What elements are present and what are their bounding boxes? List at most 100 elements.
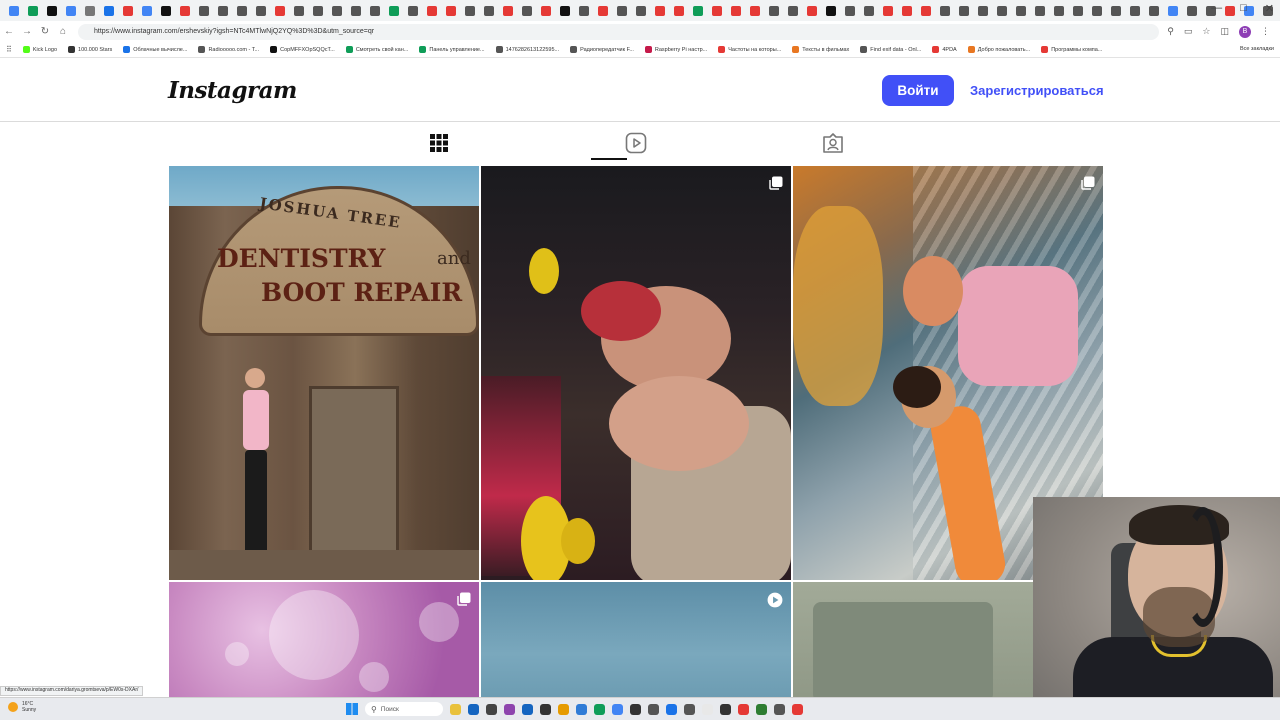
taskbar-app-icon[interactable] bbox=[558, 703, 569, 715]
taskbar-app-icon[interactable] bbox=[486, 703, 497, 715]
browser-tab[interactable] bbox=[42, 1, 61, 21]
browser-tab[interactable] bbox=[764, 1, 783, 21]
taskbar-app-icon[interactable] bbox=[630, 703, 641, 715]
tab-reels[interactable] bbox=[623, 130, 649, 156]
back-icon[interactable]: ← bbox=[0, 26, 18, 37]
home-icon[interactable]: ⌂ bbox=[54, 26, 72, 37]
browser-tab[interactable] bbox=[4, 1, 23, 21]
taskbar-app-icon[interactable] bbox=[594, 703, 605, 715]
browser-tab[interactable] bbox=[1087, 1, 1106, 21]
bookmark-item[interactable]: 4PDA bbox=[932, 46, 957, 53]
browser-tab[interactable] bbox=[1163, 1, 1182, 21]
browser-tab[interactable] bbox=[555, 1, 574, 21]
browser-tab[interactable] bbox=[593, 1, 612, 21]
browser-tab[interactable] bbox=[612, 1, 631, 21]
browser-tab[interactable] bbox=[916, 1, 935, 21]
bookmark-item[interactable]: Программы компа... bbox=[1041, 46, 1102, 53]
browser-tab[interactable] bbox=[1030, 1, 1049, 21]
browser-tab[interactable] bbox=[99, 1, 118, 21]
browser-tab[interactable] bbox=[327, 1, 346, 21]
bookmark-item[interactable]: Смотреть свой кан... bbox=[345, 46, 408, 53]
maximize-icon[interactable]: □ bbox=[1240, 2, 1247, 15]
browser-tab[interactable] bbox=[460, 1, 479, 21]
taskbar-app-icon[interactable] bbox=[684, 703, 695, 715]
taskbar-app-icon[interactable] bbox=[612, 703, 623, 715]
browser-tab[interactable] bbox=[422, 1, 441, 21]
browser-tab[interactable] bbox=[954, 1, 973, 21]
browser-tab[interactable] bbox=[935, 1, 954, 21]
taskbar-app-icon[interactable] bbox=[522, 703, 533, 715]
bookmark-item[interactable]: Radiooooo.com - T... bbox=[198, 46, 259, 53]
bookmark-item[interactable]: Частоты на которы... bbox=[718, 46, 781, 53]
bookmark-item[interactable]: Find exif data - Onl... bbox=[860, 46, 921, 53]
minimize-icon[interactable]: — bbox=[1211, 2, 1222, 15]
browser-tab[interactable] bbox=[783, 1, 802, 21]
browser-tab[interactable] bbox=[973, 1, 992, 21]
post-thumbnail[interactable]: JOSHUA TREE DENTISTRY and BOOT REPAIR bbox=[169, 166, 479, 580]
browser-tab[interactable] bbox=[1011, 1, 1030, 21]
taskbar-app-icon[interactable] bbox=[720, 703, 731, 715]
bookmark-item[interactable]: Raspberry Pi настр... bbox=[644, 46, 707, 53]
menu-icon[interactable]: ⋮ bbox=[1261, 26, 1270, 37]
browser-tab[interactable] bbox=[80, 1, 99, 21]
browser-tab[interactable] bbox=[346, 1, 365, 21]
apps-grid-icon[interactable]: ⠿ bbox=[6, 45, 12, 54]
browser-tab[interactable] bbox=[137, 1, 156, 21]
browser-tab[interactable] bbox=[878, 1, 897, 21]
all-bookmarks-link[interactable]: Все закладки bbox=[1240, 46, 1274, 52]
browser-tab[interactable] bbox=[1049, 1, 1068, 21]
forward-icon[interactable]: → bbox=[18, 26, 36, 37]
tab-posts[interactable] bbox=[426, 130, 452, 156]
browser-tab[interactable] bbox=[631, 1, 650, 21]
login-button[interactable]: Войти bbox=[882, 75, 954, 106]
taskbar-app-icon[interactable] bbox=[468, 703, 479, 715]
browser-tab[interactable] bbox=[1125, 1, 1144, 21]
browser-tab[interactable] bbox=[517, 1, 536, 21]
browser-tab[interactable] bbox=[156, 1, 175, 21]
bookmark-item[interactable]: Облачные вычисле... bbox=[123, 46, 187, 53]
post-thumbnail[interactable] bbox=[169, 582, 479, 702]
browser-tab[interactable] bbox=[232, 1, 251, 21]
taskbar-app-icon[interactable] bbox=[576, 703, 587, 715]
browser-tab[interactable] bbox=[650, 1, 669, 21]
browser-tab[interactable] bbox=[1068, 1, 1087, 21]
browser-tab[interactable] bbox=[745, 1, 764, 21]
browser-tab[interactable] bbox=[213, 1, 232, 21]
taskbar-app-icon[interactable] bbox=[666, 703, 677, 715]
browser-tab[interactable] bbox=[270, 1, 289, 21]
browser-tab[interactable] bbox=[992, 1, 1011, 21]
taskbar-app-icon[interactable] bbox=[648, 703, 659, 715]
reload-icon[interactable]: ↻ bbox=[36, 26, 54, 37]
bookmark-item[interactable]: Kick Logo bbox=[22, 46, 57, 53]
weather-widget[interactable]: 16°C Sunny bbox=[8, 701, 36, 713]
profile-avatar[interactable]: B bbox=[1239, 25, 1251, 38]
bookmark-item[interactable]: 1476282613122595... bbox=[495, 46, 559, 53]
browser-tab[interactable] bbox=[403, 1, 422, 21]
bookmark-item[interactable]: Добро пожаловать... bbox=[967, 46, 1030, 53]
browser-tab[interactable] bbox=[23, 1, 42, 21]
browser-tab[interactable] bbox=[688, 1, 707, 21]
browser-tab[interactable] bbox=[61, 1, 80, 21]
post-thumbnail[interactable] bbox=[481, 166, 791, 580]
browser-tab[interactable] bbox=[536, 1, 555, 21]
taskbar-app-icon[interactable] bbox=[738, 703, 749, 715]
browser-tab[interactable] bbox=[574, 1, 593, 21]
taskbar-app-icon[interactable] bbox=[702, 703, 713, 715]
browser-tab[interactable] bbox=[289, 1, 308, 21]
taskbar-app-icon[interactable] bbox=[540, 703, 551, 715]
post-thumbnail[interactable] bbox=[481, 582, 791, 702]
browser-tab[interactable] bbox=[365, 1, 384, 21]
close-window-icon[interactable]: ✕ bbox=[1265, 2, 1274, 15]
browser-tab[interactable] bbox=[726, 1, 745, 21]
taskbar-app-icon[interactable] bbox=[774, 703, 785, 715]
browser-tab[interactable] bbox=[1106, 1, 1125, 21]
browser-tab[interactable] bbox=[821, 1, 840, 21]
windows-start-icon[interactable] bbox=[346, 703, 358, 715]
taskbar-app-icon[interactable] bbox=[504, 703, 515, 715]
browser-tab[interactable] bbox=[251, 1, 270, 21]
zoom-icon[interactable]: ⚲ bbox=[1167, 26, 1174, 37]
browser-tab[interactable] bbox=[308, 1, 327, 21]
bookmark-item[interactable]: 100.000 Stars bbox=[68, 46, 112, 53]
bookmark-item[interactable]: Панель управление... bbox=[419, 46, 485, 53]
address-bar[interactable]: https://www.instagram.com/ershevskiy?igs… bbox=[78, 23, 1160, 40]
